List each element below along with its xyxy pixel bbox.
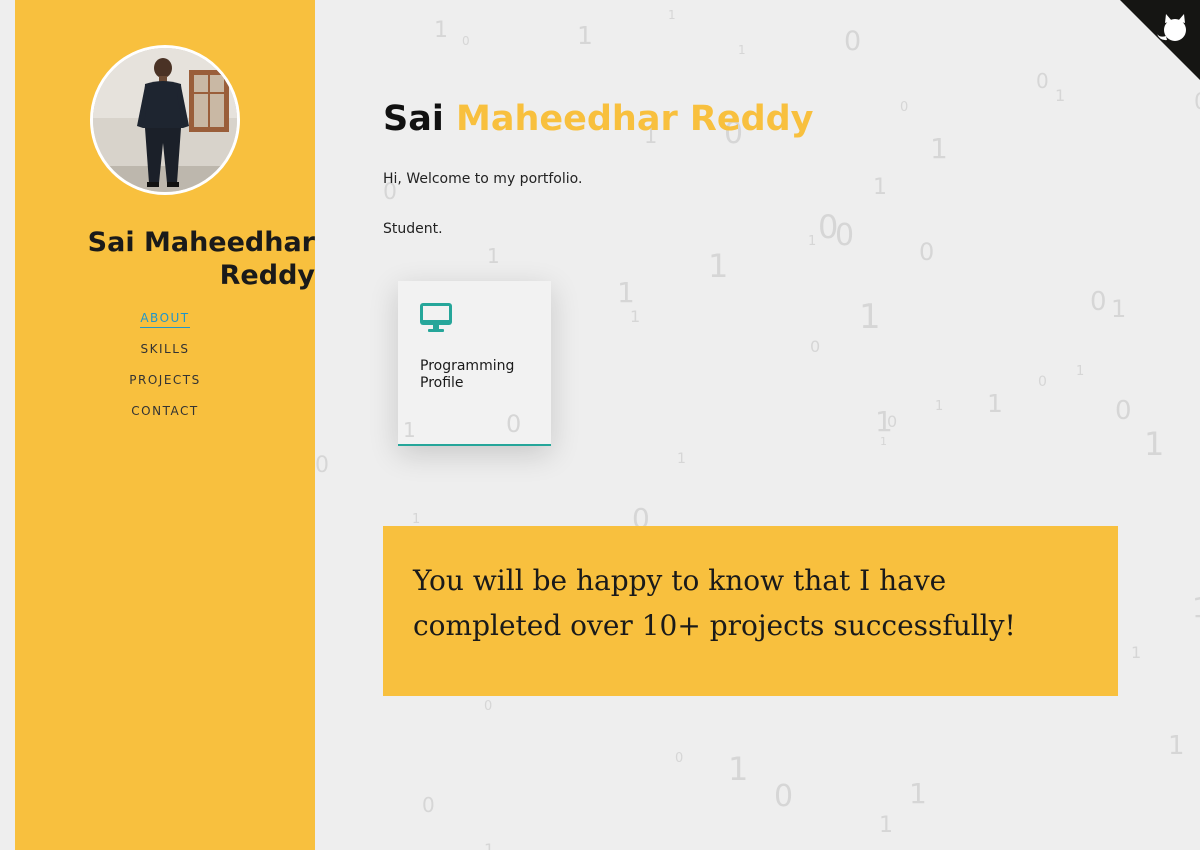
role-text: Student. [383,221,443,237]
title-last-name: Maheedhar Reddy [456,99,814,140]
nav-item-label: CONTACT [131,404,199,418]
nav-item-label: SKILLS [140,342,190,356]
sidebar: Sai Maheedhar Reddy ABOUT SKILLS PROJECT… [15,0,315,850]
profile-photo-image [93,48,237,192]
nav-item-contact[interactable]: CONTACT [15,401,315,432]
binary-digit-decor: 0 [506,410,522,438]
nav-item-label: ABOUT [140,311,190,328]
banner-text: You will be happy to know that I have co… [413,564,1016,642]
avatar [90,45,240,195]
programming-profile-card[interactable]: 1 0 Programming Profile [398,281,551,446]
projects-banner: You will be happy to know that I have co… [383,526,1118,696]
title-first-name: Sai [383,99,444,140]
page-title: Sai Maheedhar Reddy [383,97,814,141]
nav-item-skills[interactable]: SKILLS [15,339,315,370]
card-label: Programming Profile [420,358,515,391]
binary-digit-decor: 1 [403,418,416,442]
sidebar-name: Sai Maheedhar Reddy [87,227,315,291]
nav-item-label: PROJECTS [129,373,201,387]
github-corner-link[interactable] [1120,0,1200,80]
sidebar-nav: ABOUT SKILLS PROJECTS CONTACT [15,308,315,432]
portfolio-page: 1 0 1 1 1 0 0 1 0 0 1 1 1 0 0 0 1 0 1 1 … [0,0,1200,850]
welcome-text: Hi, Welcome to my portfolio. [383,171,583,187]
desktop-monitor-icon [420,303,452,332]
nav-item-about[interactable]: ABOUT [15,308,315,339]
nav-item-projects[interactable]: PROJECTS [15,370,315,401]
